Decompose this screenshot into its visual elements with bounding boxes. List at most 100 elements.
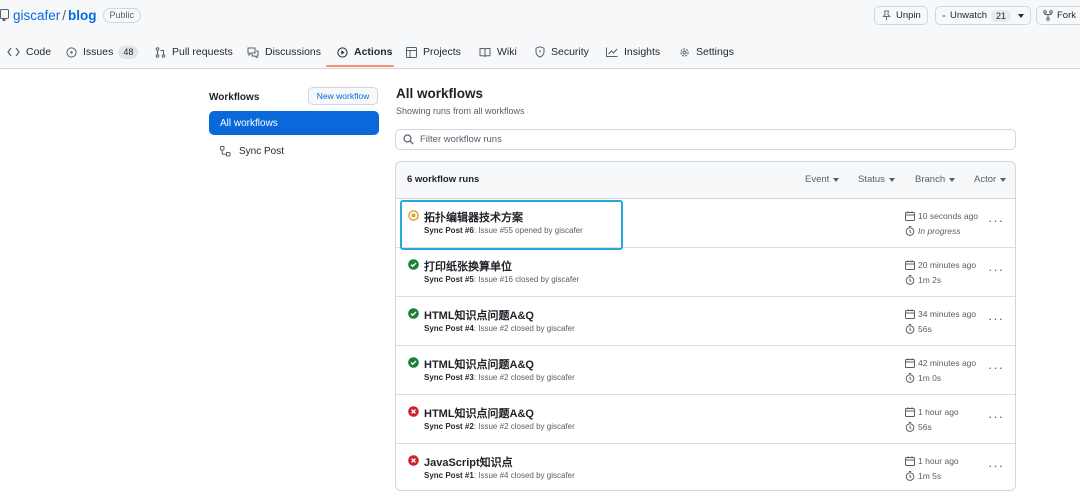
tab-projects[interactable]: Projects xyxy=(406,36,461,68)
run-status xyxy=(408,308,419,319)
calendar-icon xyxy=(905,211,915,221)
check-circle-icon xyxy=(408,357,419,368)
tab-label: Security xyxy=(551,46,589,58)
tab-label: Discussions xyxy=(265,46,322,58)
tab-pull-requests[interactable]: Pull requests xyxy=(155,36,233,68)
kebab-horizontal-icon[interactable]: ··· xyxy=(988,360,1004,375)
sidebar-item-sync-post[interactable]: Sync Post xyxy=(209,139,379,163)
run-status xyxy=(408,406,419,417)
run-duration-text: In progress xyxy=(918,226,961,236)
chevron-down-icon xyxy=(1018,13,1024,18)
new-workflow-button[interactable]: New workflow xyxy=(308,87,378,105)
in-progress-icon xyxy=(408,210,419,221)
run-meta: Sync Post #3: Issue #2 closed by giscafe… xyxy=(424,373,575,382)
x-circle-icon xyxy=(408,406,419,417)
kebab-horizontal-icon[interactable]: ··· xyxy=(988,458,1004,473)
kebab-horizontal-icon[interactable]: ··· xyxy=(988,213,1004,228)
actor-filter-dropdown[interactable]: Actor xyxy=(974,174,1007,185)
calendar-icon xyxy=(905,260,915,270)
run-meta: Sync Post #6: Issue #55 opened by giscaf… xyxy=(424,226,583,235)
run-status xyxy=(408,259,419,270)
tab-discussions[interactable]: Discussions xyxy=(247,36,321,68)
event-filter-dropdown[interactable]: Event xyxy=(805,174,840,185)
code-icon xyxy=(7,47,20,57)
filter-placeholder: Filter workflow runs xyxy=(420,134,502,145)
unpin-button[interactable]: Unpin xyxy=(874,6,928,25)
run-title-link[interactable]: HTML知识点问题A&Q xyxy=(424,307,534,323)
repo-owner-link[interactable]: giscafer xyxy=(13,8,60,23)
kebab-horizontal-icon[interactable]: ··· xyxy=(988,311,1004,326)
tab-code[interactable]: Code xyxy=(7,36,51,68)
dropdown-label: Event xyxy=(805,174,830,185)
run-meta: Sync Post #5: Issue #16 closed by giscaf… xyxy=(424,275,579,284)
tab-label: Settings xyxy=(696,46,734,58)
tab-label: Insights xyxy=(624,46,661,58)
chevron-down-icon xyxy=(888,177,895,182)
workflow-run-row[interactable]: HTML知识点问题A&Q Sync Post #4: Issue #2 close… xyxy=(396,296,1015,346)
workflow-run-row[interactable]: JavaScript知识点 Sync Post #1: Issue #4 clos… xyxy=(396,443,1015,490)
workflow-run-row[interactable]: HTML知识点问题A&Q Sync Post #2: Issue #2 close… xyxy=(396,394,1015,444)
chevron-down-icon xyxy=(1000,177,1007,182)
workflow-run-row[interactable]: 拓扑编辑器技术方案 Sync Post #6: Issue #55 opened … xyxy=(396,198,1015,248)
run-status xyxy=(408,455,419,466)
graph-icon xyxy=(606,47,618,57)
runs-count: 6 workflow runs xyxy=(407,174,480,185)
dropdown-label: Branch xyxy=(915,174,946,185)
tab-label: Code xyxy=(26,46,52,58)
run-duration: 1m 2s xyxy=(905,275,941,285)
workflow-run-row[interactable]: 打印纸张换算单位 Sync Post #5: Issue #16 closed b… xyxy=(396,247,1015,297)
run-status xyxy=(408,357,419,368)
run-duration: 1m 0s xyxy=(905,373,941,383)
run-time-text: 1 hour ago xyxy=(918,456,959,466)
tab-label: Projects xyxy=(423,46,461,58)
tab-security[interactable]: Security xyxy=(535,36,589,68)
run-duration: 56s xyxy=(905,422,932,432)
sidebar-item-all-workflows[interactable]: All workflows xyxy=(209,111,379,135)
search-icon xyxy=(403,134,414,145)
calendar-icon xyxy=(905,358,915,368)
run-meta: Sync Post #4: Issue #2 closed by giscafe… xyxy=(424,324,575,333)
run-title-link[interactable]: HTML知识点问题A&Q xyxy=(424,356,534,372)
run-title-link[interactable]: 拓扑编辑器技术方案 xyxy=(424,209,523,225)
chevron-down-icon xyxy=(833,177,840,182)
run-time-text: 1 hour ago xyxy=(918,407,959,417)
kebab-horizontal-icon[interactable]: ··· xyxy=(988,262,1004,277)
run-workflow: Sync Post #5 xyxy=(424,275,474,284)
repo-name-link[interactable]: blog xyxy=(68,8,97,23)
table-icon xyxy=(406,46,417,58)
tab-wiki[interactable]: Wiki xyxy=(479,36,517,68)
unwatch-button[interactable]: Unwatch 21 xyxy=(935,6,1031,25)
run-duration: 56s xyxy=(905,324,932,334)
pin-icon xyxy=(882,10,891,21)
kebab-horizontal-icon[interactable]: ··· xyxy=(988,409,1004,424)
status-filter-dropdown[interactable]: Status xyxy=(858,174,895,185)
watch-count: 21 xyxy=(990,9,1011,22)
run-workflow: Sync Post #4 xyxy=(424,324,474,333)
run-time: 42 minutes ago xyxy=(905,358,976,368)
run-title-link[interactable]: 打印纸张换算单位 xyxy=(424,258,512,274)
run-title-link[interactable]: JavaScript知识点 xyxy=(424,454,513,470)
chevron-down-icon xyxy=(949,177,956,182)
workflow-run-row[interactable]: HTML知识点问题A&Q Sync Post #3: Issue #2 close… xyxy=(396,345,1015,395)
run-trigger: : Issue #2 closed by giscafer xyxy=(473,373,575,382)
run-status xyxy=(408,210,419,221)
tab-issues[interactable]: Issues 48 xyxy=(66,36,139,68)
dropdown-label: Actor xyxy=(974,174,997,185)
tab-insights[interactable]: Insights xyxy=(606,36,660,68)
workflow-runs-list: 6 workflow runs Event Status Branch Acto… xyxy=(395,161,1016,491)
branch-filter-dropdown[interactable]: Branch xyxy=(915,174,956,185)
repo-title: giscafer / blog Public xyxy=(0,6,142,24)
sidebar-item-label: All workflows xyxy=(220,117,278,129)
run-duration: 1m 5s xyxy=(905,471,941,481)
active-tab-underline xyxy=(326,65,394,67)
workflow-icon xyxy=(220,145,231,156)
calendar-icon xyxy=(905,407,915,417)
run-time: 1 hour ago xyxy=(905,456,959,466)
run-time-text: 10 seconds ago xyxy=(918,211,979,221)
fork-button[interactable]: Fork xyxy=(1036,6,1080,25)
filter-workflow-runs-input[interactable]: Filter workflow runs xyxy=(395,129,1016,150)
calendar-icon xyxy=(905,456,915,466)
tab-actions[interactable]: Actions xyxy=(337,36,393,68)
tab-settings[interactable]: Settings xyxy=(679,36,734,68)
run-title-link[interactable]: HTML知识点问题A&Q xyxy=(424,405,534,421)
